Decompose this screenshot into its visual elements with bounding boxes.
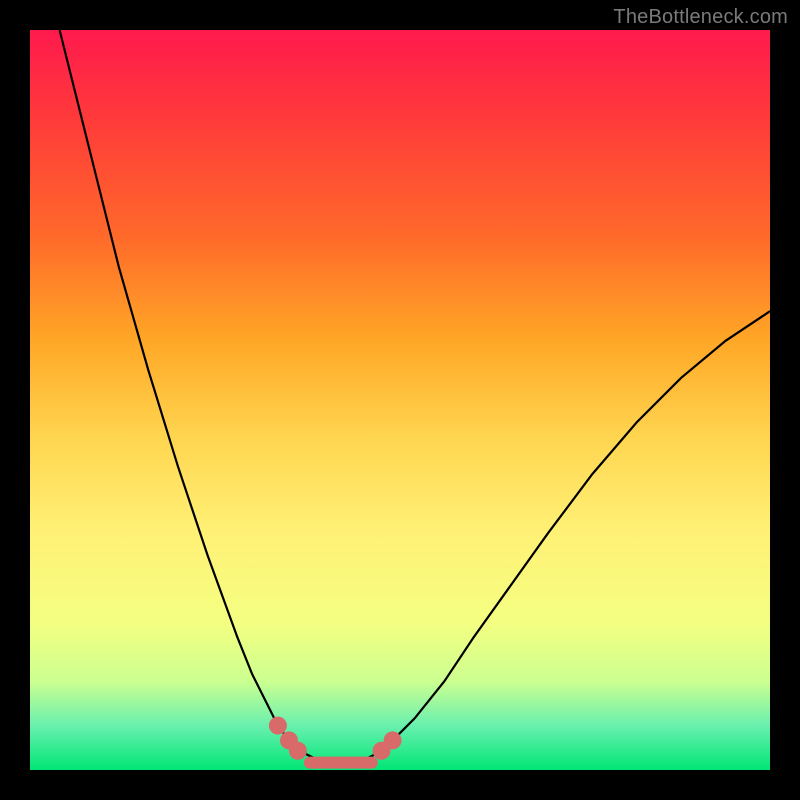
chart-svg [30,30,770,770]
curve-group [60,30,770,764]
watermark-label: TheBottleneck.com [613,6,788,29]
curve-marker [384,731,402,749]
marker-group [269,717,402,769]
bottleneck-curve [60,30,770,764]
valley-band [304,757,378,769]
plot-area [30,30,770,770]
chart-frame: TheBottleneck.com [0,0,800,800]
curve-marker [269,717,287,735]
curve-marker [289,742,307,760]
